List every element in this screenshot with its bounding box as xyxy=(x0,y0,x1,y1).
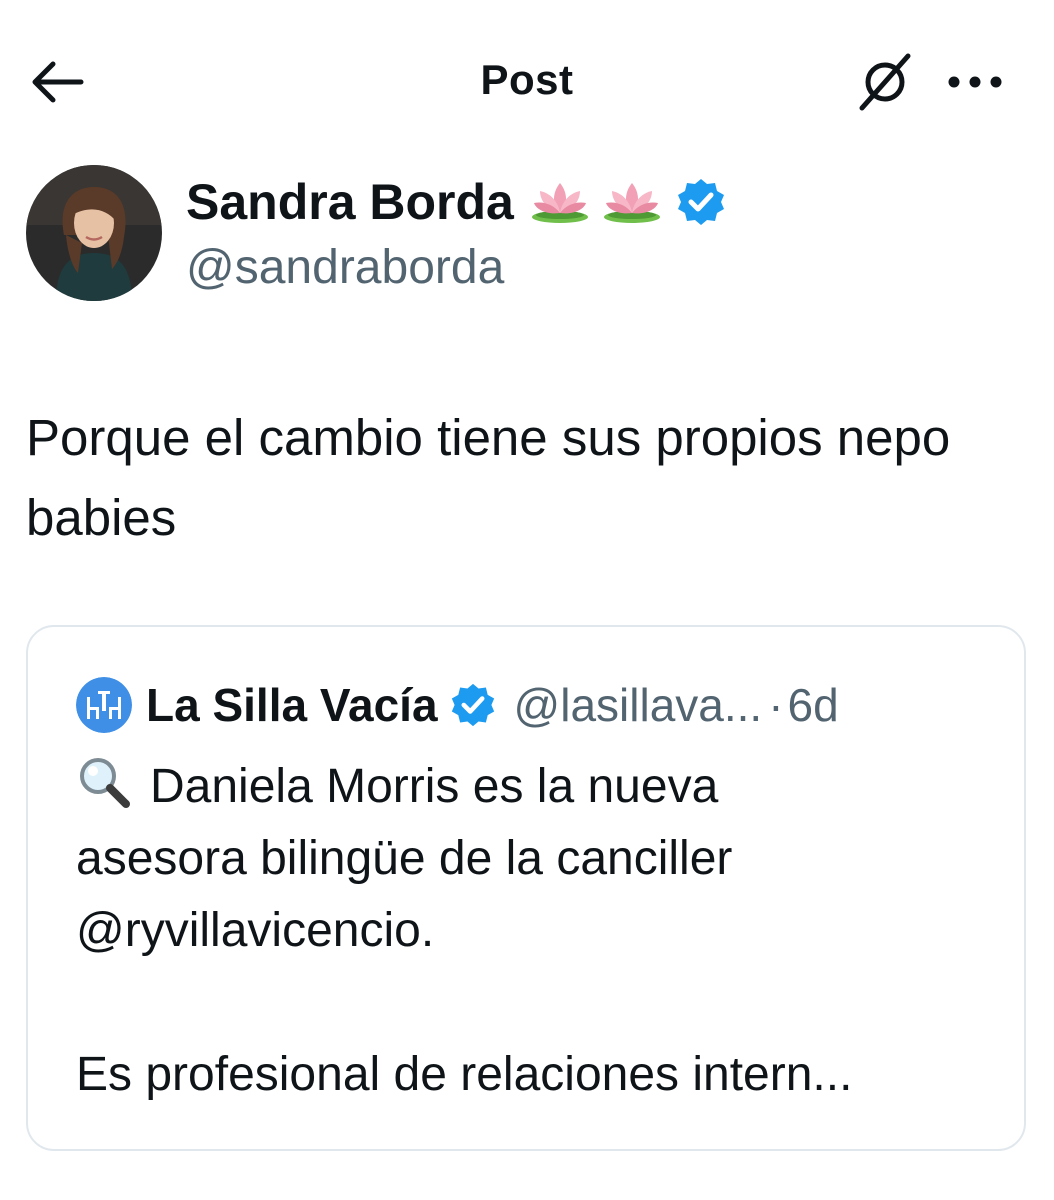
more-horizontal-icon xyxy=(948,76,1002,88)
grok-icon xyxy=(859,53,911,111)
quoted-post-line: asesora bilingüe de la canciller xyxy=(76,832,733,885)
quoted-post-line: Daniela Morris es la nueva xyxy=(76,751,996,823)
more-options-button[interactable] xyxy=(940,52,1010,112)
lotus-icon xyxy=(531,183,588,223)
quoted-post-text: Daniela Morris es la nueva asesora bilin… xyxy=(76,751,996,1111)
separator-dot: · xyxy=(768,679,784,731)
author-avatar[interactable] xyxy=(26,165,162,301)
quoted-post-line: Es profesional de relaciones intern... xyxy=(76,1048,853,1101)
avatar-photo xyxy=(26,165,162,301)
author-name-row: Sandra Borda xyxy=(186,170,726,234)
quoted-author-handle[interactable]: @lasillava... xyxy=(514,678,763,732)
lotus-icon xyxy=(603,183,660,223)
top-bar: Post xyxy=(0,0,1054,160)
author-name[interactable]: Sandra Borda xyxy=(186,173,514,231)
quoted-post-header: La Silla Vacía @lasillava... · 6d xyxy=(76,673,839,737)
quoted-author-avatar[interactable] xyxy=(76,677,132,733)
grok-button[interactable] xyxy=(850,50,920,114)
magnifying-glass-icon xyxy=(80,758,130,808)
quoted-post-line-text: Daniela Morris es la nueva xyxy=(150,760,719,813)
quoted-post-card[interactable]: La Silla Vacía @lasillava... · 6d Daniel… xyxy=(26,625,1026,1151)
verified-badge-icon xyxy=(451,683,494,727)
quoted-post-timestamp[interactable]: 6d xyxy=(788,678,839,732)
author-handle[interactable]: @sandraborda xyxy=(186,240,504,295)
quoted-author-name[interactable]: La Silla Vacía xyxy=(146,678,438,732)
quoted-post-blank-line xyxy=(76,967,996,1039)
verified-badge-icon[interactable] xyxy=(676,177,726,227)
post-text: Porque el cambio tiene sus propios nepo … xyxy=(26,409,951,546)
quoted-post-line: @ryvillavicencio. xyxy=(76,904,435,957)
